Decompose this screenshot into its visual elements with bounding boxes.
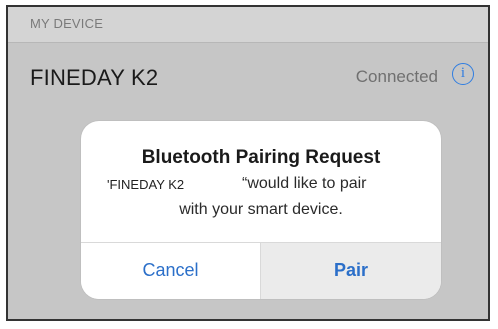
cancel-button[interactable]: Cancel	[81, 243, 261, 299]
section-header-label: MY DEVICE	[30, 16, 104, 31]
dialog-message-line1: 'FINEDAY K2 “would like to pair	[107, 175, 417, 197]
dialog-button-bar: Cancel Pair	[81, 242, 441, 299]
dialog-message-line2: with your smart device.	[179, 201, 343, 218]
device-status: Connected	[355, 67, 438, 86]
dialog-device-name: 'FINEDAY K2	[107, 177, 185, 192]
section-header: MY DEVICE	[8, 7, 488, 43]
device-row[interactable]: FINEDAY K2 Connected i	[8, 43, 488, 113]
dialog-message-text: “would like to pair	[242, 175, 367, 192]
info-icon[interactable]: i	[452, 63, 474, 85]
pair-button[interactable]: Pair	[261, 243, 441, 299]
device-name: FINEDAY K2	[30, 65, 159, 90]
dialog-title: Bluetooth Pairing Request	[141, 147, 381, 168]
pairing-dialog: Bluetooth Pairing Request 'FINEDAY K2 “w…	[81, 121, 441, 299]
screen-frame: MY DEVICE FINEDAY K2 Connected i Bluetoo…	[6, 5, 490, 321]
